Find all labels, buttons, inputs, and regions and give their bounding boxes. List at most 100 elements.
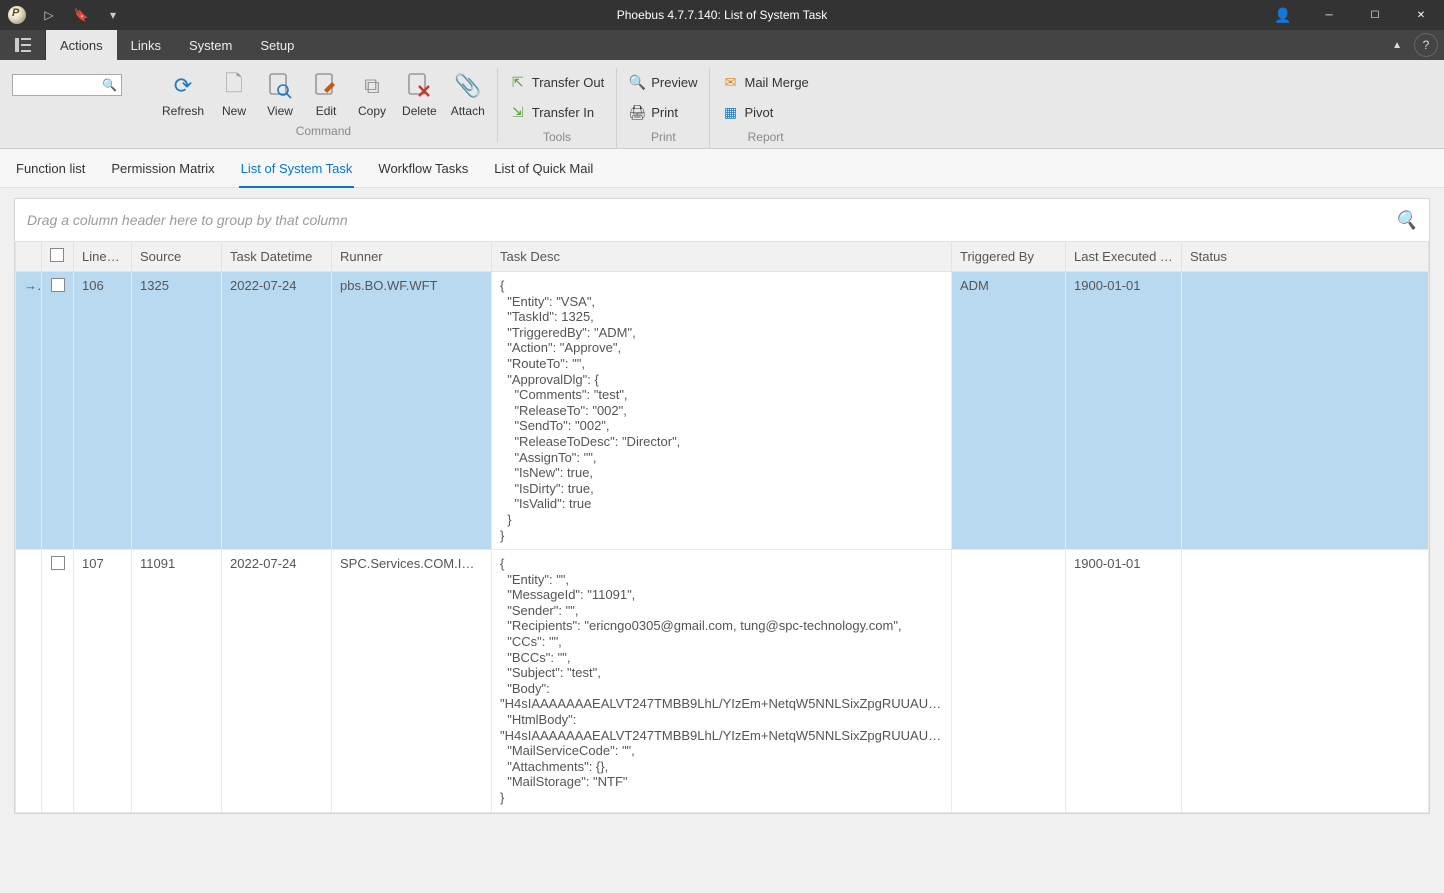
cell-runner: pbs.BO.WF.WFT [332,272,492,550]
new-icon: 🗋 [218,70,250,102]
refresh-button[interactable]: ⟳Refresh [156,68,210,120]
delete-icon [403,70,435,102]
grid-header-row: Line#▲ Source Task Datetime Runner Task … [16,242,1429,272]
cell-last: 1900-01-01 [1066,550,1182,813]
grid-search-icon[interactable]: 🔍 [1395,209,1417,231]
cell-triggered [952,550,1066,813]
col-datetime[interactable]: Task Datetime [222,242,332,272]
col-checkbox[interactable] [42,242,74,272]
ribbon: 🔍 ⟳Refresh 🗋New View Edit ⧉Copy Delete 📎… [0,60,1444,149]
cell-source: 1325 [132,272,222,550]
search-input[interactable]: 🔍 [12,74,122,96]
table-row[interactable]: 107110912022-07-24SPC.Services.COM.ISend… [16,550,1429,813]
tab-list-of-system-task[interactable]: List of System Task [239,155,355,188]
refresh-icon: ⟳ [167,70,199,102]
copy-button[interactable]: ⧉Copy [350,68,394,120]
print-icon: 🖨 [629,104,645,120]
menu-system[interactable]: System [175,30,246,60]
attach-icon: 📎 [452,70,484,102]
cell-last: 1900-01-01 [1066,272,1182,550]
ribbon-group-tools-label: Tools [543,126,571,148]
ribbon-group-report: ✉Mail Merge ▦Pivot Report [710,68,820,148]
col-runner[interactable]: Runner [332,242,492,272]
ribbon-group-command-label: Command [296,120,351,142]
ribbon-group-command: ⟳Refresh 🗋New View Edit ⧉Copy Delete 📎At… [150,68,498,142]
tab-permission-matrix[interactable]: Permission Matrix [109,155,216,188]
row-checkbox[interactable] [51,278,65,292]
group-panel[interactable]: Drag a column header here to group by th… [15,199,1429,241]
row-indicator: → [16,272,42,550]
edit-button[interactable]: Edit [304,68,348,120]
print-button[interactable]: 🖨Print [623,100,703,124]
menu-actions[interactable]: Actions [46,30,117,60]
transfer-in-icon: ⇲ [510,104,526,120]
main-area: Drag a column header here to group by th… [0,188,1444,824]
attach-button[interactable]: 📎Attach [445,68,491,120]
transfer-in-button[interactable]: ⇲Transfer In [504,100,610,124]
cell-status [1182,550,1429,813]
col-last[interactable]: Last Executed Ti... [1066,242,1182,272]
tab-workflow-tasks[interactable]: Workflow Tasks [376,155,470,188]
maximize-button[interactable]: ☐ [1352,0,1398,30]
grid-table: Line#▲ Source Task Datetime Runner Task … [15,241,1429,813]
pivot-button[interactable]: ▦Pivot [716,100,814,124]
row-checkbox-cell[interactable] [42,550,74,813]
row-checkbox-cell[interactable] [42,272,74,550]
preview-icon: 🔍 [629,74,645,90]
group-panel-hint: Drag a column header here to group by th… [27,212,348,228]
menu-bar: Actions Links System Setup ▲ ? [0,30,1444,60]
doc-tabs: Function list Permission Matrix List of … [0,149,1444,188]
menu-setup[interactable]: Setup [246,30,308,60]
app-logo-icon [8,6,26,24]
delete-button[interactable]: Delete [396,68,443,120]
window-title: Phoebus 4.7.7.140: List of System Task [617,8,828,22]
col-source[interactable]: Source [132,242,222,272]
new-button[interactable]: 🗋New [212,68,256,120]
hamburger-icon[interactable] [0,30,46,60]
close-button[interactable]: ✕ [1398,0,1444,30]
ribbon-group-print-label: Print [651,126,676,148]
view-button[interactable]: View [258,68,302,120]
qat-dropdown-icon[interactable]: ▾ [104,6,122,24]
ribbon-group-print: 🔍Preview 🖨Print Print [617,68,710,148]
menu-bar-right: ▲ ? [1384,33,1444,57]
transfer-out-button[interactable]: ⇱Transfer Out [504,70,610,94]
menu-links[interactable]: Links [117,30,175,60]
tab-function-list[interactable]: Function list [14,155,87,188]
cell-desc[interactable]: { "Entity": "", "MessageId": "11091", "S… [492,550,952,813]
mail-merge-button[interactable]: ✉Mail Merge [716,70,814,94]
title-bar-left: ▷ 🔖 ▾ [0,6,122,24]
cell-desc[interactable]: { "Entity": "VSA", "TaskId": 1325, "Trig… [492,272,952,550]
title-bar-right: 👤 ─ ☐ ✕ [1260,0,1444,30]
title-bar: ▷ 🔖 ▾ Phoebus 4.7.7.140: List of System … [0,0,1444,30]
col-desc[interactable]: Task Desc [492,242,952,272]
minimize-button[interactable]: ─ [1306,0,1352,30]
cell-line: 107 [74,550,132,813]
user-icon[interactable]: 👤 [1260,0,1306,30]
ribbon-group-report-label: Report [748,126,784,148]
header-checkbox[interactable] [50,248,64,262]
col-line[interactable]: Line#▲ [74,242,132,272]
ribbon-group-tools: ⇱Transfer Out ⇲Transfer In Tools [498,68,617,148]
view-icon [264,70,296,102]
transfer-out-icon: ⇱ [510,74,526,90]
preview-button[interactable]: 🔍Preview [623,70,703,94]
col-status[interactable]: Status [1182,242,1429,272]
cell-runner: SPC.Services.COM.ISend... [332,550,492,813]
grid: Drag a column header here to group by th… [14,198,1430,814]
run-icon[interactable]: ▷ [40,6,58,24]
row-indicator [16,550,42,813]
mail-merge-icon: ✉ [722,74,738,90]
help-icon[interactable]: ? [1414,33,1438,57]
row-checkbox[interactable] [51,556,65,570]
col-indicator[interactable] [16,242,42,272]
col-triggered[interactable]: Triggered By [952,242,1066,272]
collapse-ribbon-icon[interactable]: ▲ [1384,36,1410,55]
cell-datetime: 2022-07-24 [222,550,332,813]
table-row[interactable]: → 10613252022-07-24pbs.BO.WF.WFT{ "Entity… [16,272,1429,550]
bookmark-icon[interactable]: 🔖 [72,6,90,24]
tab-list-of-quick-mail[interactable]: List of Quick Mail [492,155,595,188]
cell-datetime: 2022-07-24 [222,272,332,550]
cell-line: 106 [74,272,132,550]
cell-status [1182,272,1429,550]
